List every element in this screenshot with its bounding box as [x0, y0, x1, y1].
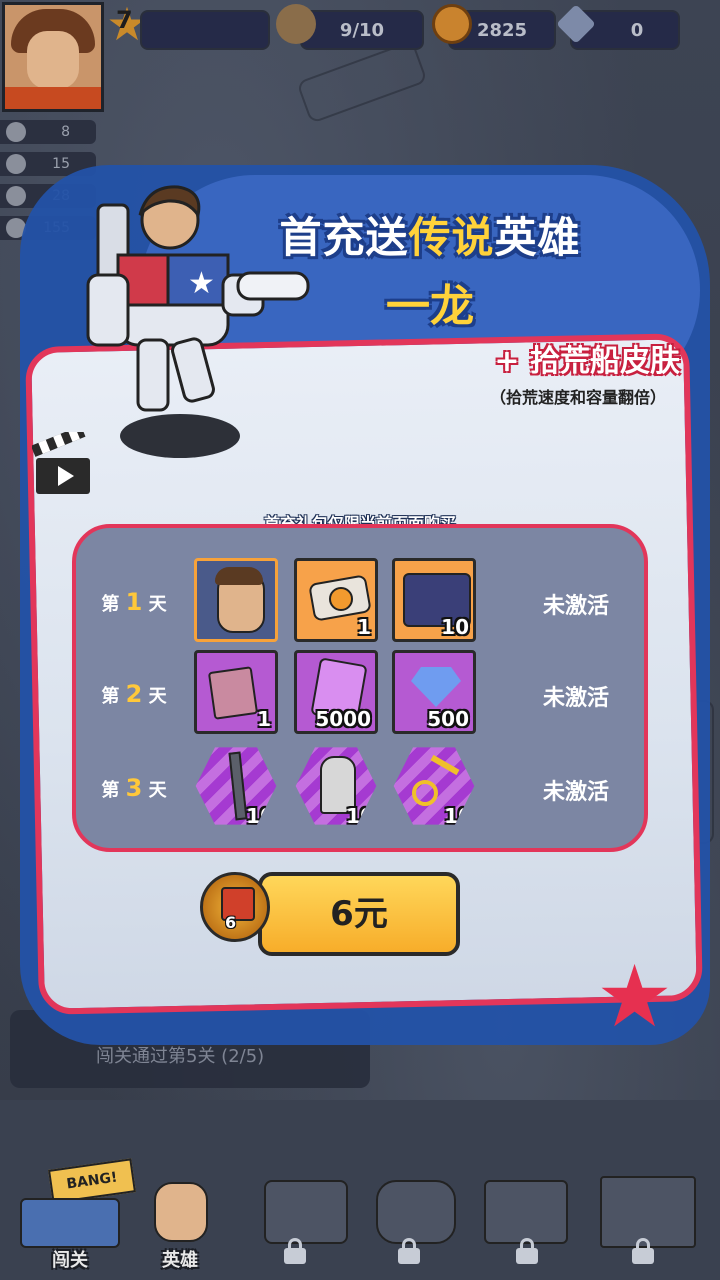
hero-portrait-icon[interactable]	[194, 558, 278, 642]
reward-row-day-2: 第 2 天 1 5000 500 未激活	[76, 650, 652, 742]
day-number: 2	[125, 680, 143, 708]
nav-item-locked-2[interactable]	[360, 1160, 480, 1272]
hero-name: 一龙	[386, 281, 474, 332]
day-suffix: 天	[148, 686, 167, 707]
player-avatar[interactable]	[2, 2, 104, 112]
avatar-face	[27, 31, 79, 89]
bike-frame	[430, 754, 460, 776]
buy-button[interactable]: 6元	[258, 872, 460, 956]
rifle-shape	[228, 751, 248, 821]
gem-value: 0	[630, 19, 644, 41]
day-prefix: 第	[101, 686, 120, 707]
rifle-icon[interactable]: 10	[195, 747, 277, 828]
crate-shape	[207, 666, 259, 720]
energy-bar[interactable]: 9/10	[300, 10, 424, 50]
crate-pack-icon[interactable]: 1	[194, 650, 278, 734]
nav-item-hero[interactable]: 英雄	[120, 1160, 240, 1272]
energy-value: 9/10	[339, 19, 385, 41]
item-count: 10	[246, 804, 274, 828]
diamond-icon[interactable]: 500	[392, 650, 476, 734]
item-count: 1	[257, 707, 271, 731]
reward-row-day-1: 第 1 天 1 10 未激活	[76, 558, 652, 650]
nav-item-stage[interactable]: BANG! 闯关	[10, 1158, 136, 1272]
title-suffix: 英雄	[494, 213, 581, 262]
title-prefix: 首充送	[279, 213, 409, 262]
bonus-skin-label: + 拾荒船皮肤	[494, 344, 680, 379]
coin-icon	[432, 4, 472, 44]
item-count: 10	[346, 804, 374, 828]
lock-icon	[284, 1238, 306, 1264]
vip-badge-icon: 6	[200, 872, 270, 942]
roth-banner-icon[interactable]: 10	[392, 558, 476, 642]
bang-text: BANG!	[65, 1169, 119, 1193]
lock-icon	[632, 1238, 654, 1264]
day-prefix: 第	[101, 594, 120, 615]
day-status: 未激活	[542, 780, 609, 805]
energy-icon	[276, 4, 316, 44]
level-progress-bar	[140, 10, 270, 50]
side-stat-value: 8	[61, 124, 70, 140]
machine-icon	[264, 1180, 348, 1244]
day-label: 第 3 天	[94, 774, 174, 802]
item-count: 10	[444, 804, 472, 828]
nav-item-locked-1[interactable]	[250, 1160, 370, 1272]
fist-icon	[376, 1180, 456, 1244]
diamond-shape	[411, 667, 461, 707]
item-count: 1	[357, 615, 371, 639]
resource-icon	[6, 154, 26, 174]
side-stat-value: 15	[52, 156, 70, 172]
hero-head-icon	[154, 1182, 208, 1242]
resource-icon	[6, 186, 26, 206]
title-highlight: 传说	[408, 213, 495, 262]
nav-label-stage: 闯关	[52, 1250, 88, 1271]
day-label: 第 1 天	[94, 588, 174, 616]
reward-schedule-panel: 第 1 天 1 10 未激活 第 2 天 1 5000 500 未激活 第 3 …	[72, 524, 648, 852]
avatar-shirt	[5, 87, 101, 109]
ship-coin	[329, 587, 353, 611]
day-status: 未激活	[542, 594, 609, 619]
item-count: 500	[427, 707, 469, 731]
bike-wheel	[412, 780, 438, 806]
mission-text: 闯关通过第5关 (2/5)	[96, 1046, 265, 1067]
svg-text:★: ★	[188, 266, 215, 301]
nav-label-hero: 英雄	[162, 1250, 198, 1271]
decorative-star-icon: ★	[596, 947, 674, 1047]
day-suffix: 天	[148, 780, 167, 801]
portrait-hair	[215, 567, 263, 585]
player-level: 7	[116, 6, 133, 34]
vip-level: 6	[225, 913, 237, 932]
day-number: 1	[125, 588, 143, 616]
lock-icon	[398, 1238, 420, 1264]
scavenger-ship-icon[interactable]: 1	[294, 558, 378, 642]
side-stat-1: 8	[0, 120, 96, 144]
exercise-bike-icon[interactable]: 10	[393, 747, 475, 828]
reward-row-day-3: 第 3 天 10 10 10 未激活	[76, 744, 652, 836]
item-count: 10	[441, 615, 469, 639]
item-count: 5000	[315, 707, 371, 731]
day-number: 3	[125, 774, 143, 802]
day-suffix: 天	[148, 594, 167, 615]
day-prefix: 第	[101, 780, 120, 801]
exp-card-icon[interactable]: 5000	[294, 650, 378, 734]
lock-icon	[516, 1238, 538, 1264]
video-clapper-icon[interactable]	[32, 432, 94, 498]
day-status: 未激活	[542, 686, 609, 711]
coin-value: 2825	[476, 19, 528, 41]
bonus-skin-note: （拾荒速度和容量翻倍）	[489, 388, 666, 407]
statue-icon[interactable]: 10	[295, 747, 377, 828]
resource-icon	[6, 122, 26, 142]
ship-icon	[20, 1198, 120, 1248]
day-label: 第 2 天	[94, 680, 174, 708]
rock-icon	[484, 1180, 568, 1244]
popup-title: 首充送传说英雄	[250, 204, 610, 265]
